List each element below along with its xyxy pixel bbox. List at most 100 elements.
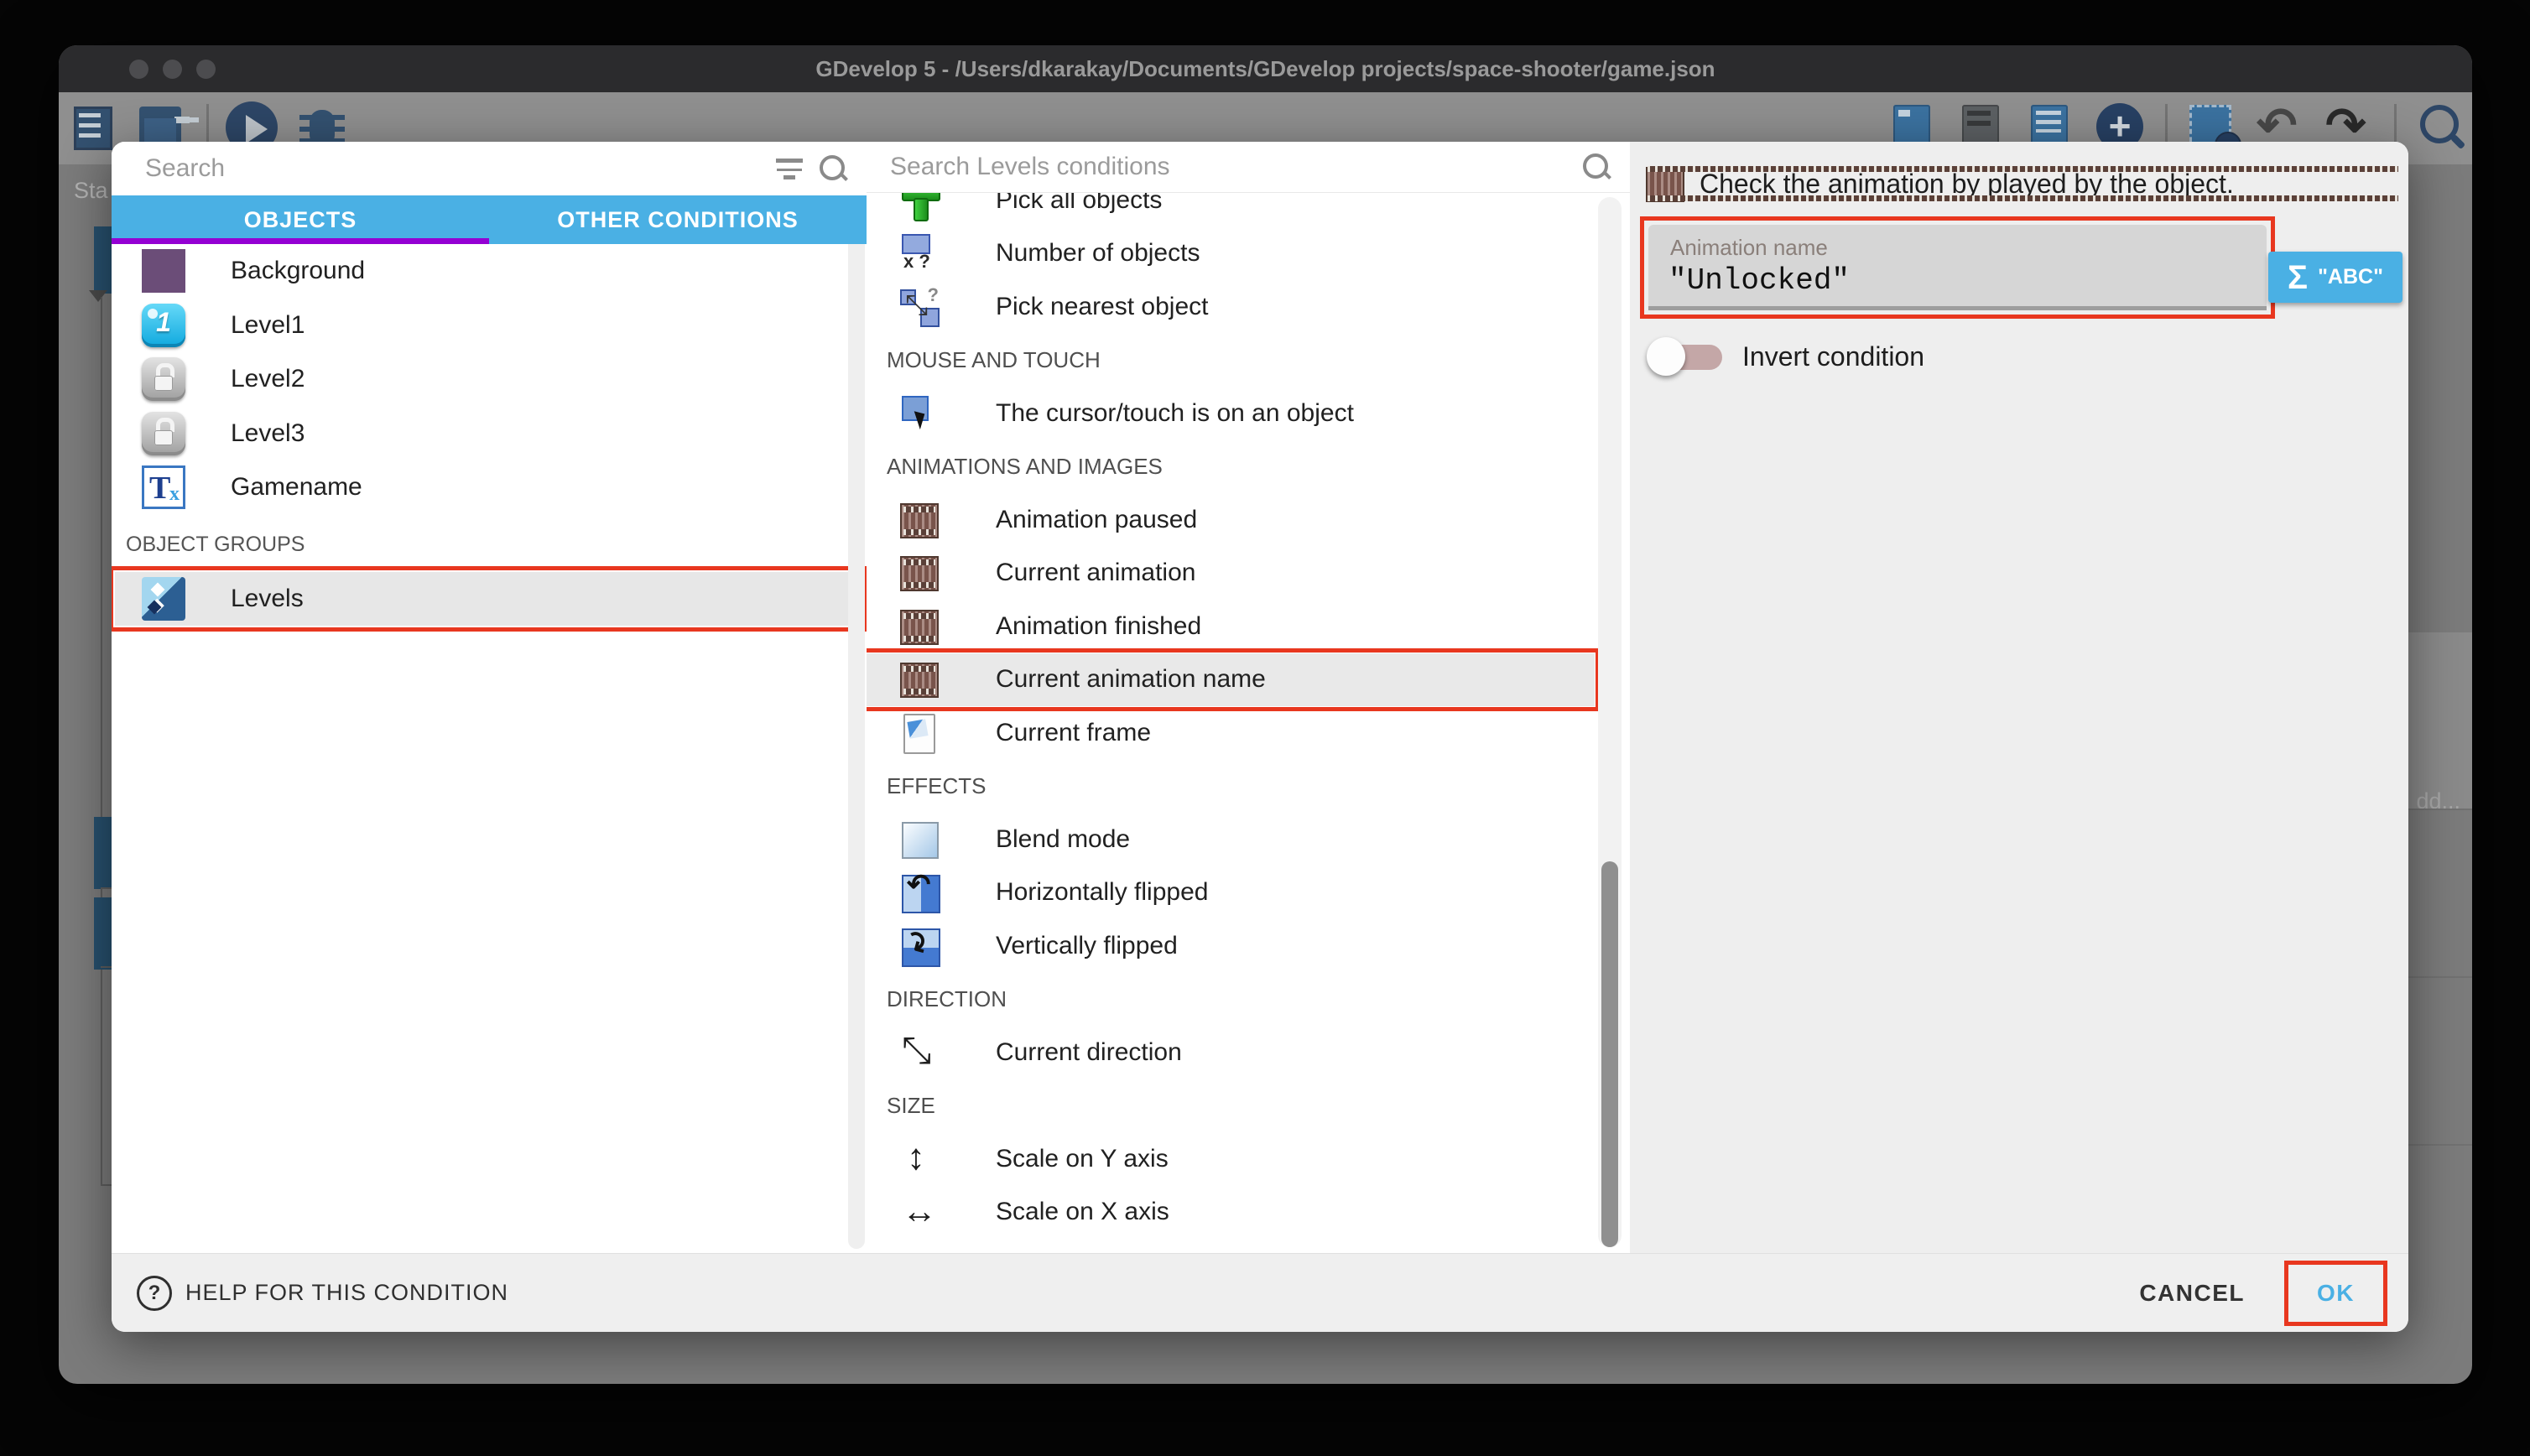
object-list-item[interactable]: Level3 xyxy=(112,407,867,461)
event-tree-tick xyxy=(101,966,112,968)
condition-list-item[interactable]: Pick all objects xyxy=(867,192,1630,227)
film-icon xyxy=(900,556,939,591)
condition-list-item[interactable]: The cursor/touch is on an object xyxy=(867,387,1630,440)
animation-name-label: Animation name xyxy=(1670,235,1828,261)
left-tabs: OBJECTSOTHER CONDITIONS xyxy=(112,195,867,244)
condition-header: Check the animation by played by the obj… xyxy=(1646,164,2400,203)
conditions-search-placeholder: Search Levels conditions xyxy=(890,153,1170,181)
condition-list-item[interactable]: Blend mode xyxy=(867,813,1630,866)
lock-icon xyxy=(142,357,185,401)
gdevelop-window: GDevelop 5 - /Users/dkarakay/Documents/G… xyxy=(59,45,2472,1384)
condition-section-header: ANIMATIONS AND IMAGES xyxy=(867,440,1630,494)
object-list-item[interactable]: Gamename xyxy=(112,460,867,515)
condition-list-item[interactable]: Current animation name xyxy=(867,653,1595,707)
objects-search-field[interactable]: Search xyxy=(112,142,867,195)
level1-icon xyxy=(142,304,185,347)
scale-x-icon xyxy=(900,1193,939,1231)
ok-button[interactable]: OK xyxy=(2288,1265,2383,1322)
objects-list: Background Level1 Level2 Level3 Gamename… xyxy=(112,244,867,1254)
event-expander-icon xyxy=(89,290,107,302)
expression-editor-button[interactable]: Σ "ABC" xyxy=(2268,252,2402,303)
condition-parameters-panel: Check the animation by played by the obj… xyxy=(1630,142,2408,1254)
condition-list-item[interactable]: Horizontally flipped xyxy=(867,866,1630,920)
text-icon xyxy=(142,465,185,509)
pick-all-icon xyxy=(900,192,939,220)
objects-panel: Search OBJECTSOTHER CONDITIONS Backgroun… xyxy=(112,142,867,1254)
toggle-knob xyxy=(1647,337,1685,376)
nearest-icon: ? xyxy=(900,288,939,326)
event-tree-tick xyxy=(101,1184,112,1186)
condition-list-item[interactable]: Current animation xyxy=(867,547,1630,601)
help-icon: ? xyxy=(137,1276,172,1311)
invert-condition-label: Invert condition xyxy=(1742,341,1924,372)
film-strip-icon xyxy=(1646,167,1684,202)
object-list-item[interactable]: Background xyxy=(112,244,867,299)
object-groups-header: OBJECT GROUPS xyxy=(112,527,867,564)
invert-condition-row: Invert condition xyxy=(1647,333,2400,380)
conditions-list-viewport: Pick all objects Number of objects ? Pic… xyxy=(867,192,1630,1254)
minimize-button[interactable] xyxy=(163,60,182,79)
group-icon xyxy=(142,577,185,621)
group-list-item-levels[interactable]: Levels xyxy=(115,572,863,626)
search-icon xyxy=(1581,152,1611,182)
condition-list-item[interactable]: Number of objects xyxy=(867,227,1630,281)
condition-section-header: EFFECTS xyxy=(867,760,1630,814)
condition-section-header: MOUSE AND TOUCH xyxy=(867,334,1630,387)
scene-tab-label-fragment: Sta xyxy=(74,178,108,204)
zoom-button[interactable] xyxy=(196,60,216,79)
help-label: HELP FOR THIS CONDITION xyxy=(185,1280,508,1306)
dialog-footer: ? HELP FOR THIS CONDITION CANCEL OK xyxy=(112,1253,2408,1332)
filter-icon[interactable] xyxy=(773,153,806,184)
condition-description: Check the animation by played by the obj… xyxy=(1700,169,2234,200)
help-button[interactable]: ? HELP FOR THIS CONDITION xyxy=(137,1276,508,1311)
condition-list-item[interactable]: Animation paused xyxy=(867,493,1630,547)
blend-icon xyxy=(900,820,939,859)
conditions-panel: Search Levels conditions Pick all object… xyxy=(867,142,1630,1254)
animation-name-field[interactable]: Animation name "Unlocked" xyxy=(1648,225,2267,310)
condition-list-item[interactable]: Scale on X axis xyxy=(867,1186,1630,1240)
conditions-search-field[interactable]: Search Levels conditions xyxy=(867,142,1630,193)
events-row-divider xyxy=(2407,1144,2472,1146)
lock-icon xyxy=(142,412,185,455)
frame-icon xyxy=(900,714,939,752)
truncated-text-fragment: dd... xyxy=(2416,788,2460,814)
close-button[interactable] xyxy=(129,60,148,79)
animation-name-value[interactable]: "Unlocked" xyxy=(1668,263,1850,298)
window-controls xyxy=(129,45,216,92)
tab-objects[interactable]: OBJECTS xyxy=(112,195,489,244)
object-list-item[interactable]: Level2 xyxy=(112,352,867,407)
scale-y-icon xyxy=(900,1140,939,1178)
event-tree-tick xyxy=(101,887,112,889)
events-row-divider xyxy=(2407,976,2472,978)
expression-type-label: "ABC" xyxy=(2318,265,2383,289)
conditions-scrollbar-thumb[interactable] xyxy=(1601,861,1618,1247)
condition-section-header: SIZE xyxy=(867,1079,1630,1133)
sigma-icon: Σ xyxy=(2288,261,2308,294)
condition-list-item[interactable]: Vertically flipped xyxy=(867,919,1630,973)
direction-icon xyxy=(900,1033,939,1072)
condition-editor-dialog: Search OBJECTSOTHER CONDITIONS Backgroun… xyxy=(112,142,2408,1332)
search-toolbar-icon[interactable] xyxy=(2417,103,2465,153)
condition-list-item[interactable]: Current frame xyxy=(867,706,1630,760)
condition-list-item[interactable]: Scale on Y axis xyxy=(867,1132,1630,1186)
search-icon xyxy=(818,153,848,184)
events-row-divider xyxy=(2407,809,2472,810)
object-list-item[interactable]: Level1 xyxy=(112,299,867,353)
cancel-button[interactable]: CANCEL xyxy=(2117,1265,2267,1322)
flip-h-icon xyxy=(900,873,939,912)
invert-condition-toggle[interactable] xyxy=(1647,333,1724,380)
film-icon xyxy=(900,610,939,645)
condition-section-header: DIRECTION xyxy=(867,973,1630,1027)
count-icon xyxy=(900,234,939,273)
condition-list-item[interactable]: ? Pick nearest object xyxy=(867,280,1630,334)
event-tree-guide xyxy=(101,297,102,1186)
screenshot-stage: GDevelop 5 - /Users/dkarakay/Documents/G… xyxy=(0,0,2530,1456)
tab-other-conditions[interactable]: OTHER CONDITIONS xyxy=(489,195,867,244)
condition-list-item[interactable]: Animation finished xyxy=(867,600,1630,653)
flip-v-icon xyxy=(900,927,939,965)
background-swatch-icon xyxy=(142,249,185,293)
condition-list-item[interactable]: Current direction xyxy=(867,1026,1630,1079)
objects-scrollbar[interactable] xyxy=(848,162,865,1249)
titlebar: GDevelop 5 - /Users/dkarakay/Documents/G… xyxy=(59,45,2472,92)
project-manager-icon[interactable] xyxy=(69,103,117,153)
